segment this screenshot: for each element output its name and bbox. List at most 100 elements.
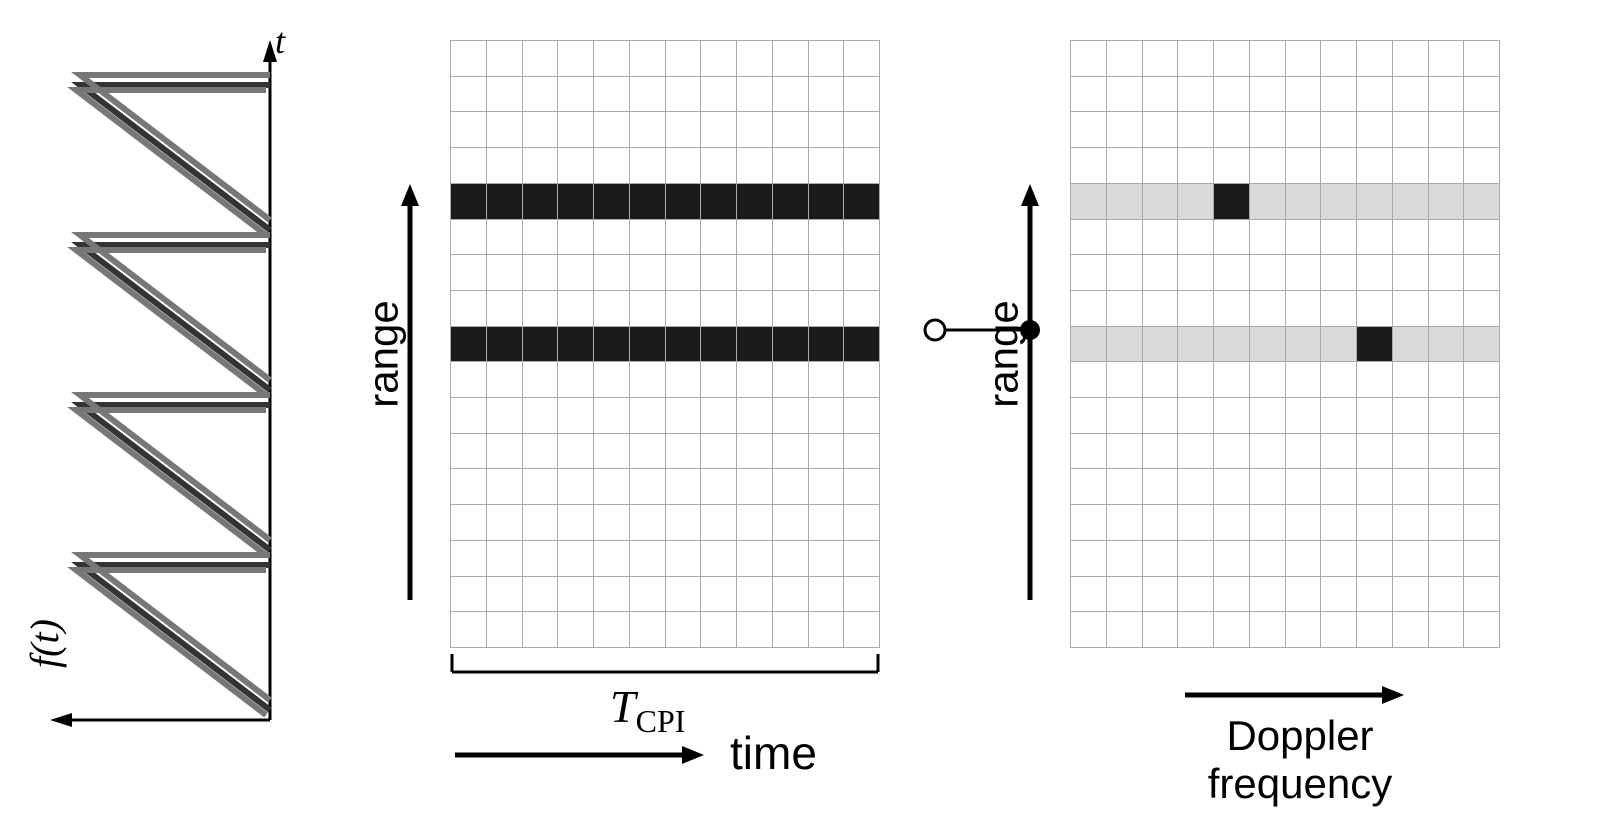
grid2-cell (487, 505, 522, 540)
grid3-cell (1214, 220, 1249, 255)
grid3-cell (1250, 184, 1285, 219)
grid3-cell (1429, 184, 1464, 219)
grid2-cell (701, 77, 736, 112)
grid3-cell (1143, 541, 1178, 576)
grid3-cell (1107, 77, 1142, 112)
grid2-cell (594, 362, 629, 397)
panel-range-time: range TCPI time (380, 40, 900, 780)
grid2-cell (630, 362, 665, 397)
grid3-cell (1143, 220, 1178, 255)
grid2-cell (558, 148, 593, 183)
grid2-cell (773, 469, 808, 504)
grid2-cell (809, 505, 844, 540)
grid2-cell (844, 327, 879, 362)
grid2-cell (844, 255, 879, 290)
grid2-cell (666, 112, 701, 147)
grid3-cell (1429, 112, 1464, 147)
grid3-cell (1178, 255, 1213, 290)
grid3-cell (1143, 184, 1178, 219)
grid3-cell (1250, 148, 1285, 183)
grid2-cell (844, 541, 879, 576)
grid2-cell (737, 362, 772, 397)
grid3-cell (1429, 541, 1464, 576)
grid2-cell (558, 291, 593, 326)
grid3-cell (1250, 41, 1285, 76)
grid3-cell (1393, 612, 1428, 647)
grid3-cell (1214, 541, 1249, 576)
grid3-cell (1321, 327, 1356, 362)
grid3-cell (1464, 291, 1499, 326)
grid3-cell (1178, 148, 1213, 183)
grid3-cell (1071, 220, 1106, 255)
grid2-cell (737, 327, 772, 362)
grid2-cell (737, 469, 772, 504)
grid2-cell (737, 398, 772, 433)
grid2-cell (523, 77, 558, 112)
grid2-cell (594, 77, 629, 112)
grid2-cell (594, 220, 629, 255)
grid3-cell (1178, 112, 1213, 147)
grid3-cell (1107, 398, 1142, 433)
grid3-cell (1464, 184, 1499, 219)
grid3-cell (1178, 184, 1213, 219)
grid3-cell (1393, 255, 1428, 290)
grid3-cell (1357, 612, 1392, 647)
grid3-cell (1286, 291, 1321, 326)
grid3-cell (1071, 577, 1106, 612)
grid3-cell (1178, 541, 1213, 576)
grid3-cell (1357, 291, 1392, 326)
p3-y-arrow (1015, 180, 1045, 610)
grid2-cell (844, 291, 879, 326)
grid2-cell (809, 327, 844, 362)
grid3-cell (1464, 398, 1499, 433)
grid2-cell (809, 291, 844, 326)
grid2-cell (737, 505, 772, 540)
grid3-cell (1393, 77, 1428, 112)
grid3-cell (1250, 291, 1285, 326)
grid2-cell (737, 255, 772, 290)
grid2-cell (737, 220, 772, 255)
grid3-cell (1143, 77, 1178, 112)
grid3-cell (1429, 505, 1464, 540)
grid2-cell (487, 469, 522, 504)
grid2-cell (773, 434, 808, 469)
grid3-cell (1143, 469, 1178, 504)
grid2-cell (523, 184, 558, 219)
grid3-cell (1143, 362, 1178, 397)
p2-y-arrow (395, 180, 425, 610)
grid2-cell (666, 505, 701, 540)
grid2-cell (523, 148, 558, 183)
grid3-cell (1214, 505, 1249, 540)
grid3-cell (1286, 398, 1321, 433)
grid3-cell (1143, 612, 1178, 647)
grid3-cell (1143, 255, 1178, 290)
grid3-cell (1143, 577, 1178, 612)
grid3-cell (1357, 434, 1392, 469)
grid3-cell (1357, 362, 1392, 397)
grid2-cell (451, 612, 486, 647)
grid2-cell (451, 291, 486, 326)
grid3-cell (1178, 434, 1213, 469)
grid3-cell (1214, 291, 1249, 326)
grid3-cell (1464, 469, 1499, 504)
grid3-cell (1071, 148, 1106, 183)
grid3-cell (1321, 505, 1356, 540)
grid3-cell (1107, 291, 1142, 326)
grid2-cell (701, 612, 736, 647)
grid3-cell (1321, 184, 1356, 219)
grid3-cell (1107, 148, 1142, 183)
grid2-cell (809, 77, 844, 112)
grid3-cell (1071, 77, 1106, 112)
grid3-cell (1286, 220, 1321, 255)
grid2-cell (773, 184, 808, 219)
grid2-cell (594, 541, 629, 576)
grid3-cell (1178, 291, 1213, 326)
grid2-cell (666, 77, 701, 112)
grid2-cell (844, 184, 879, 219)
grid2-cell (523, 112, 558, 147)
grid2-cell (701, 327, 736, 362)
grid2-cell (701, 255, 736, 290)
grid3-cell (1107, 220, 1142, 255)
grid3-cell (1071, 505, 1106, 540)
grid3-cell (1214, 469, 1249, 504)
